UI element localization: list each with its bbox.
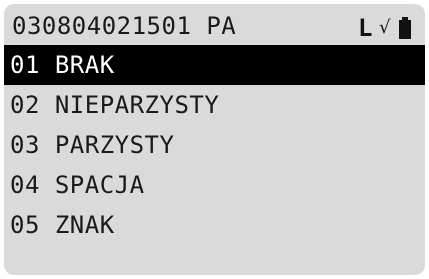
check-icon: √: [379, 17, 391, 38]
parity-menu: 01 BRAK 02 NIEPARZYSTY 03 PARZYSTY 04 SP…: [4, 45, 425, 245]
menu-item-nieparzysty[interactable]: 02 NIEPARZYSTY: [4, 85, 425, 125]
status-letter-indicator: L: [358, 14, 373, 42]
battery-full-icon: [399, 17, 411, 39]
device-screen: 030804021501 PA L √ 01 BRAK 02 NIEPARZYS…: [4, 4, 425, 275]
menu-item-brak[interactable]: 01 BRAK: [4, 45, 425, 85]
menu-item-znak[interactable]: 05 ZNAK: [4, 205, 425, 245]
header-title: 030804021501 PA: [12, 12, 237, 40]
menu-item-spacja[interactable]: 04 SPACJA: [4, 165, 425, 205]
status-header: 030804021501 PA L √: [4, 4, 425, 48]
menu-item-parzysty[interactable]: 03 PARZYSTY: [4, 125, 425, 165]
